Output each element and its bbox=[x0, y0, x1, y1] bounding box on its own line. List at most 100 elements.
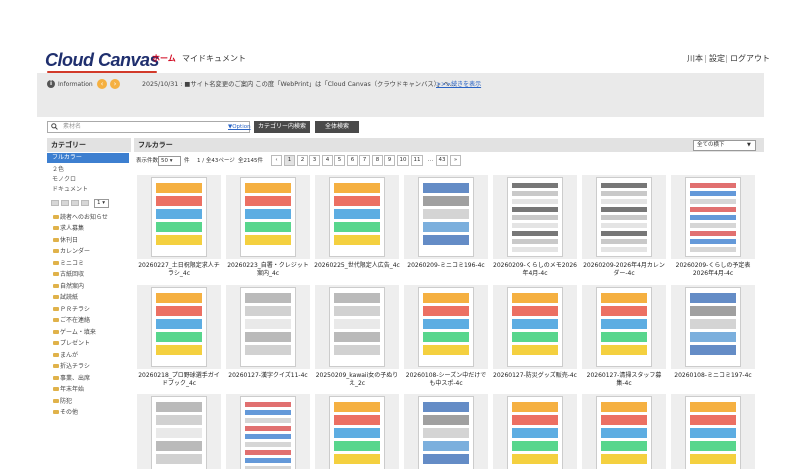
pager-page[interactable]: 8 bbox=[372, 155, 383, 166]
document-preview[interactable] bbox=[596, 177, 652, 257]
pager-next[interactable]: » bbox=[450, 155, 461, 166]
next-news-icon[interactable]: › bbox=[110, 79, 120, 89]
thumbnail-caption[interactable]: 20260209-くらしの予定表2026年4月-4c bbox=[670, 262, 756, 278]
cloud-canvas-logo[interactable]: Cloud Canvas bbox=[45, 49, 160, 73]
thumbnail-frame[interactable] bbox=[671, 394, 755, 469]
thumbnail-frame[interactable] bbox=[671, 285, 755, 369]
per-page-select[interactable]: 50 ▾ bbox=[158, 156, 181, 166]
thumbnail-frame[interactable] bbox=[137, 285, 221, 369]
pager-page[interactable]: 10 bbox=[397, 155, 409, 166]
document-preview[interactable] bbox=[507, 287, 563, 367]
document-preview[interactable] bbox=[596, 396, 652, 469]
thumbnail-card[interactable]: 20260227_土日祝限定求人チラシ_4c bbox=[137, 175, 222, 278]
thumbnail-caption[interactable]: 20260108-ミニコミ197-4c bbox=[670, 372, 756, 380]
all-search-button[interactable]: 全体検索 bbox=[315, 121, 359, 133]
thumbnail-caption[interactable]: 20250209_kawaii女の子ぬりえ_2c bbox=[314, 372, 400, 388]
thumbnail-caption[interactable]: 20260209-2026年4月カレンダー-4c bbox=[581, 262, 667, 278]
thumbnail-caption[interactable]: 20260209-くらしのメモ2026年4月-4c bbox=[492, 262, 578, 278]
thumbnail-frame[interactable] bbox=[226, 394, 310, 469]
thumbnail-frame[interactable] bbox=[404, 175, 488, 259]
thumbnail-caption[interactable]: 20260127-漢字クイズ11-4c bbox=[225, 372, 311, 380]
document-preview[interactable] bbox=[418, 177, 474, 257]
thumbnail-card[interactable]: 20260218_プロ野球選手ガイドブック_4c bbox=[137, 285, 222, 388]
folder-item[interactable]: 読者へのお知らせ bbox=[53, 213, 108, 223]
pager-page[interactable]: 5 bbox=[334, 155, 345, 166]
document-preview[interactable] bbox=[507, 177, 563, 257]
document-preview[interactable] bbox=[685, 177, 741, 257]
thumbnail-frame[interactable] bbox=[137, 175, 221, 259]
sidebar-tool-button[interactable] bbox=[71, 200, 79, 206]
category-2color[interactable]: ２色 bbox=[52, 165, 64, 175]
document-preview[interactable] bbox=[151, 177, 207, 257]
search-option-link[interactable]: ▼Option bbox=[228, 122, 251, 132]
folder-item[interactable]: プレゼント bbox=[53, 339, 90, 349]
thumbnail-card[interactable] bbox=[671, 394, 755, 469]
thumbnail-caption[interactable]: 20260108-シーズン中だけでも中スポ-4c bbox=[403, 372, 489, 388]
sidebar-tool-button[interactable] bbox=[51, 200, 59, 206]
document-preview[interactable] bbox=[151, 396, 207, 469]
thumbnail-card[interactable] bbox=[315, 394, 399, 469]
thumbnail-frame[interactable] bbox=[226, 175, 310, 259]
thumbnail-card[interactable]: 20260127-漢字クイズ11-4c bbox=[226, 285, 311, 380]
thumbnail-caption[interactable]: 20260127-清掃スタッフ募集-4c bbox=[581, 372, 667, 388]
thumbnail-frame[interactable] bbox=[493, 285, 577, 369]
thumbnail-frame[interactable] bbox=[137, 394, 221, 469]
thumbnail-caption[interactable]: 20260218_プロ野球選手ガイドブック_4c bbox=[136, 372, 222, 388]
folder-item[interactable]: カレンダー bbox=[53, 247, 90, 257]
folder-item[interactable]: ＰＲチラシ bbox=[53, 305, 90, 315]
pager-page[interactable]: 6 bbox=[347, 155, 358, 166]
thumbnail-caption[interactable]: 20260227_土日祝限定求人チラシ_4c bbox=[136, 262, 222, 278]
sidebar-number-select[interactable]: 1 ▾ bbox=[94, 199, 109, 208]
pager-page[interactable]: 11 bbox=[411, 155, 423, 166]
thumbnail-frame[interactable] bbox=[315, 175, 399, 259]
folder-item[interactable]: 試読紙 bbox=[53, 293, 78, 303]
thumbnail-card[interactable]: 20260127-清掃スタッフ募集-4c bbox=[582, 285, 667, 388]
folder-item[interactable]: 求人募集 bbox=[53, 224, 84, 234]
document-preview[interactable] bbox=[240, 287, 296, 367]
folder-item[interactable]: ミニコミ bbox=[53, 259, 84, 269]
document-preview[interactable] bbox=[240, 177, 296, 257]
document-preview[interactable] bbox=[240, 396, 296, 469]
pager-prev[interactable]: ‹ bbox=[271, 155, 282, 166]
thumbnail-frame[interactable] bbox=[226, 285, 310, 369]
thumbnail-card[interactable]: 20260209-ミニコミ196-4c bbox=[404, 175, 489, 270]
pager-page[interactable]: 7 bbox=[359, 155, 370, 166]
folder-item[interactable]: ゲーム・填来 bbox=[53, 328, 96, 338]
document-preview[interactable] bbox=[418, 396, 474, 469]
thumbnail-frame[interactable] bbox=[582, 394, 666, 469]
thumbnail-card[interactable]: 20260223_自署・クレジット案内_4c bbox=[226, 175, 311, 278]
document-preview[interactable] bbox=[596, 287, 652, 367]
thumbnail-card[interactable]: 20260127-防災グッズ販売-4c bbox=[493, 285, 578, 380]
folder-item[interactable]: 折込チラシ bbox=[53, 362, 90, 372]
thumbnail-caption[interactable]: 20260209-ミニコミ196-4c bbox=[403, 262, 489, 270]
thumbnail-frame[interactable] bbox=[671, 175, 755, 259]
document-preview[interactable] bbox=[329, 287, 385, 367]
thumbnail-card[interactable]: 20260209-くらしの予定表2026年4月-4c bbox=[671, 175, 756, 278]
thumbnail-card[interactable] bbox=[582, 394, 666, 469]
thumbnail-card[interactable] bbox=[404, 394, 488, 469]
folder-item[interactable]: 古紙回収 bbox=[53, 270, 84, 280]
pager-page[interactable]: 9 bbox=[384, 155, 395, 166]
nav-my-documents[interactable]: マイドキュメント bbox=[182, 53, 246, 65]
thumbnail-card[interactable] bbox=[226, 394, 310, 469]
thumbnail-card[interactable]: 20260209-くらしのメモ2026年4月-4c bbox=[493, 175, 578, 278]
thumbnail-frame[interactable] bbox=[404, 394, 488, 469]
thumbnail-frame[interactable] bbox=[582, 285, 666, 369]
thumbnail-frame[interactable] bbox=[582, 175, 666, 259]
category-search-button[interactable]: カテゴリー内検索 bbox=[254, 121, 310, 133]
user-name[interactable]: 川本 bbox=[687, 53, 703, 65]
pager-page[interactable]: 3 bbox=[309, 155, 320, 166]
show-more-link[interactable]: >>>続きを表示 bbox=[436, 80, 481, 89]
document-preview[interactable] bbox=[507, 396, 563, 469]
folder-item[interactable]: まんが bbox=[53, 351, 78, 361]
document-preview[interactable] bbox=[418, 287, 474, 367]
sidebar-tool-button[interactable] bbox=[81, 200, 89, 206]
thumbnail-caption[interactable]: 20260223_自署・クレジット案内_4c bbox=[225, 262, 311, 278]
thumbnail-frame[interactable] bbox=[315, 394, 399, 469]
nav-home[interactable]: ホーム bbox=[152, 53, 176, 65]
category-fullcolor[interactable]: フルカラー bbox=[47, 153, 129, 163]
pager-page[interactable]: 2 bbox=[297, 155, 308, 166]
thumbnail-card[interactable]: 20260209-2026年4月カレンダー-4c bbox=[582, 175, 667, 278]
folder-item[interactable]: ご不在連絡 bbox=[53, 316, 90, 326]
folder-item[interactable]: その他 bbox=[53, 408, 78, 418]
